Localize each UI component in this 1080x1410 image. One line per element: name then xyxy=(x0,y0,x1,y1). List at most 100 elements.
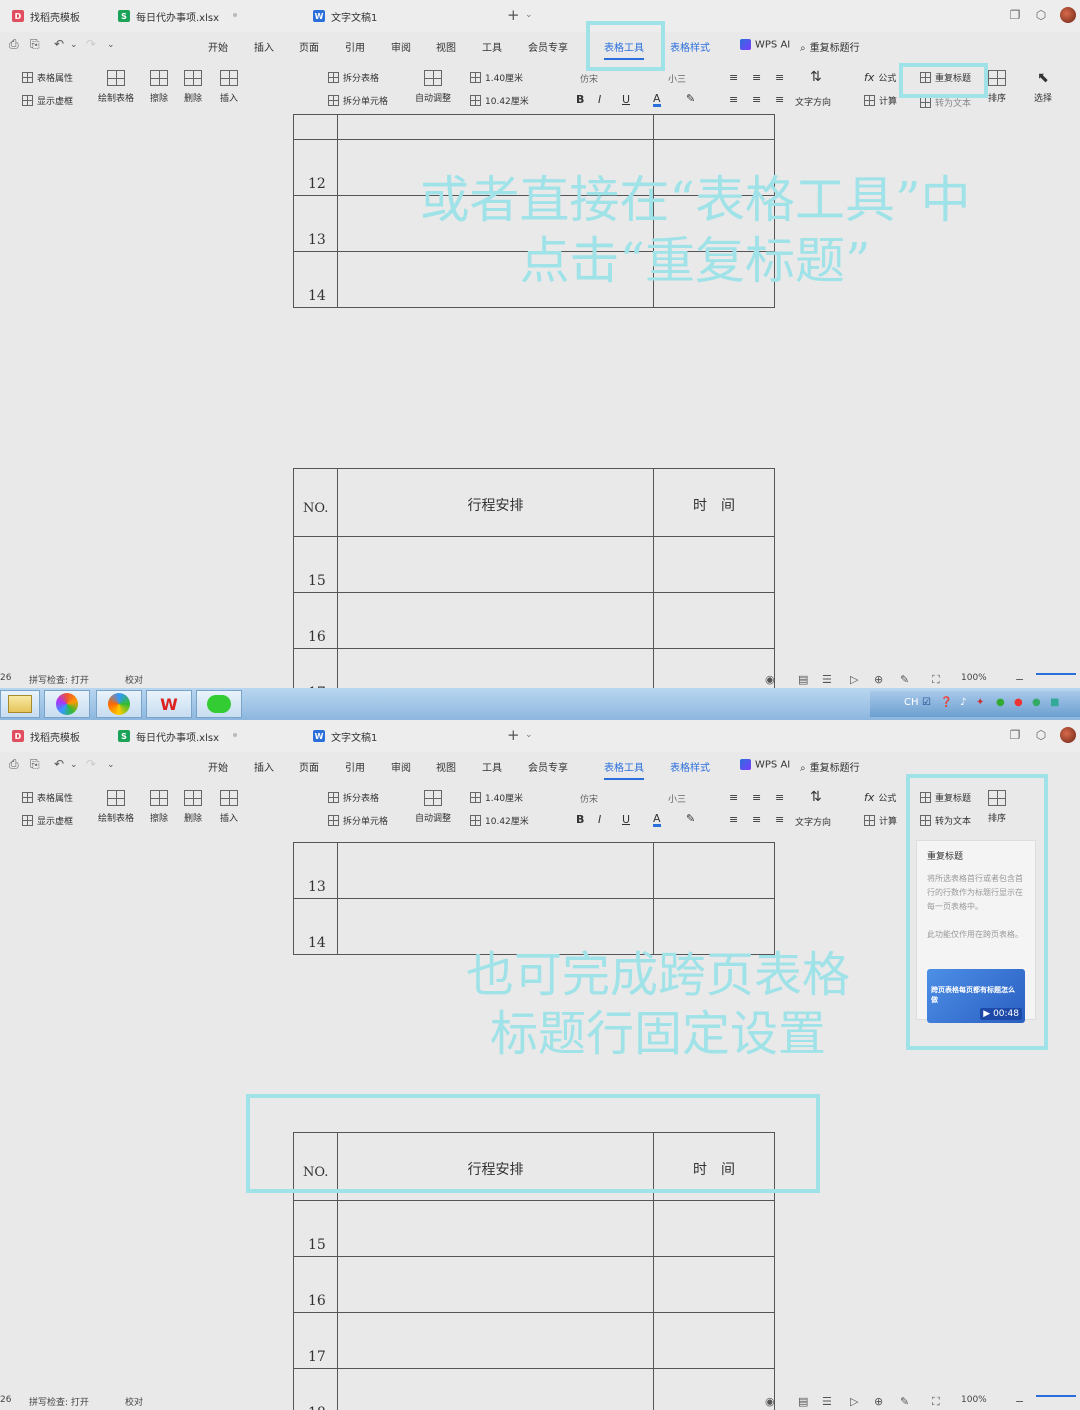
draw-table-button[interactable]: 绘制表格 xyxy=(98,70,134,104)
table-cell[interactable] xyxy=(653,1200,775,1257)
sort-button[interactable]: 排序 xyxy=(988,70,1006,104)
new-tab-icon[interactable]: + xyxy=(507,6,520,24)
calc-button[interactable]: 计算 xyxy=(864,814,897,827)
menu-view[interactable]: 视图 xyxy=(436,759,456,774)
eye-icon[interactable]: ◉ xyxy=(765,673,775,686)
row-number[interactable]: 17 xyxy=(293,1312,338,1369)
chevron-down-icon[interactable]: ⌄ xyxy=(107,760,115,770)
split-table-button[interactable]: 拆分表格 xyxy=(328,791,379,804)
select-button[interactable]: ⬉ 选择 xyxy=(1034,70,1052,104)
draw-table-button[interactable]: 绘制表格 xyxy=(98,790,134,824)
font-name-select[interactable]: 仿宋 xyxy=(580,792,598,805)
erase-button[interactable]: 擦除 xyxy=(150,70,168,104)
delete-button[interactable]: 删除 xyxy=(184,790,202,824)
table-cell[interactable] xyxy=(337,1312,654,1369)
check-icon[interactable]: ☑ xyxy=(922,697,931,708)
erase-button[interactable]: 擦除 xyxy=(150,790,168,824)
formula-button[interactable]: fx 公式 xyxy=(864,791,896,804)
search-box[interactable]: ⌕ 重复标题行 xyxy=(800,759,860,774)
font-color-button[interactable]: A xyxy=(653,93,661,107)
chevron-down-icon[interactable]: ⌄ xyxy=(107,40,115,50)
outline-icon[interactable]: ☰ xyxy=(822,1395,832,1408)
spell-check-toggle[interactable]: 拼写检查: 打开 xyxy=(29,673,89,686)
table-cell[interactable] xyxy=(337,536,654,593)
bell-icon[interactable]: ♪ xyxy=(960,697,966,708)
auto-fit-button[interactable]: 自动调整 xyxy=(415,70,451,104)
menu-member[interactable]: 会员专享 xyxy=(528,39,568,54)
new-tab-icon[interactable]: + xyxy=(507,726,520,744)
fit-page-icon[interactable]: ⛶ xyxy=(932,1395,940,1409)
calc-button[interactable]: 计算 xyxy=(864,94,897,107)
highlight-icon[interactable]: ✎ xyxy=(686,92,695,105)
table-cell[interactable] xyxy=(653,842,775,899)
row-number[interactable]: 12 xyxy=(293,139,338,196)
header-time[interactable]: 时 间 xyxy=(653,468,775,537)
undo-icon[interactable]: ↶ xyxy=(54,757,64,771)
menu-tools[interactable]: 工具 xyxy=(482,759,502,774)
row-height-field[interactable]: 1.40厘米 xyxy=(470,71,523,84)
row-number[interactable]: 14 xyxy=(293,251,338,308)
wechat-icon[interactable] xyxy=(196,690,242,718)
menu-table-style[interactable]: 表格样式 xyxy=(670,759,710,774)
undo-icon[interactable]: ↶ xyxy=(54,37,64,51)
cube-icon[interactable]: ⬡ xyxy=(1034,728,1048,742)
web-view-icon[interactable]: ⊕ xyxy=(874,673,883,686)
font-name-select[interactable]: 仿宋 xyxy=(580,72,598,85)
header-no[interactable]: NO. xyxy=(293,468,338,537)
tab-xlsx[interactable]: S 每日代办事项.xlsx xyxy=(118,6,238,26)
input-language[interactable]: CH xyxy=(904,697,919,708)
menu-wps-ai[interactable]: WPS AI xyxy=(740,39,790,51)
split-table-button[interactable]: 拆分表格 xyxy=(328,71,379,84)
tab-doc[interactable]: W 文字文稿1 xyxy=(313,6,377,26)
col-width-field[interactable]: 10.42厘米 xyxy=(470,814,529,827)
zoom-out-icon[interactable]: − xyxy=(1015,1395,1024,1408)
tab-doc[interactable]: W 文字文稿1 xyxy=(313,726,377,746)
redo-icon[interactable]: ↷ xyxy=(86,757,96,771)
menu-reference[interactable]: 引用 xyxy=(345,39,365,54)
align-right-icon[interactable]: ≡ xyxy=(775,93,784,106)
print-preview-icon[interactable]: ⎘ xyxy=(30,757,40,772)
align-center-icon[interactable]: ≡ xyxy=(752,813,761,826)
table-cell[interactable] xyxy=(337,1256,654,1313)
col-width-field[interactable]: 10.42厘米 xyxy=(470,94,529,107)
menu-reference[interactable]: 引用 xyxy=(345,759,365,774)
menu-home[interactable]: 开始 xyxy=(208,39,228,54)
proofread-button[interactable]: 校对 xyxy=(125,673,143,686)
zoom-out-icon[interactable]: − xyxy=(1015,673,1024,686)
avatar[interactable] xyxy=(1060,727,1076,743)
align-middle-icon[interactable]: ≡ xyxy=(752,71,761,84)
explorer-icon[interactable] xyxy=(0,690,40,718)
outline-icon[interactable]: ☰ xyxy=(822,673,832,686)
delete-button[interactable]: 删除 xyxy=(184,70,202,104)
italic-button[interactable]: I xyxy=(598,813,601,826)
cube-icon[interactable]: ⬡ xyxy=(1034,8,1048,22)
table-cell[interactable] xyxy=(653,592,775,649)
row-number[interactable]: 13 xyxy=(293,842,338,899)
sort-direction-icon[interactable]: ⇅ xyxy=(810,69,822,85)
chevron-down-icon[interactable]: ⌄ xyxy=(70,40,78,50)
table-cell[interactable] xyxy=(337,1200,654,1257)
menu-insert[interactable]: 插入 xyxy=(254,39,274,54)
menu-wps-ai[interactable]: WPS AI xyxy=(740,759,790,771)
show-gridlines-button[interactable]: 显示虚框 xyxy=(22,94,73,107)
row-height-field[interactable]: 1.40厘米 xyxy=(470,791,523,804)
row-number[interactable]: 16 xyxy=(293,592,338,649)
zoom-level[interactable]: 100% xyxy=(961,1395,987,1405)
tab-xlsx[interactable]: S 每日代办事项.xlsx xyxy=(118,726,238,746)
table-cell[interactable] xyxy=(653,536,775,593)
align-left-icon[interactable]: ≡ xyxy=(729,813,738,826)
wps-icon[interactable]: W xyxy=(146,690,192,718)
tab-daoke[interactable]: D 找稻壳模板 xyxy=(12,726,80,746)
zoom-slider[interactable] xyxy=(1036,1395,1076,1397)
menu-view[interactable]: 视图 xyxy=(436,39,456,54)
menu-review[interactable]: 审阅 xyxy=(391,39,411,54)
highlight-icon[interactable]: ✎ xyxy=(686,812,695,825)
bold-button[interactable]: B xyxy=(576,813,584,826)
underline-button[interactable]: U xyxy=(622,813,630,826)
align-left-icon[interactable]: ≡ xyxy=(729,93,738,106)
formula-button[interactable]: fx 公式 xyxy=(864,71,896,84)
tab-daoke[interactable]: D 找稻壳模板 xyxy=(12,6,80,26)
table-cell[interactable] xyxy=(653,1256,775,1313)
help-icon[interactable]: ❓ xyxy=(940,697,952,708)
page-view-icon[interactable]: ▤ xyxy=(798,673,808,686)
